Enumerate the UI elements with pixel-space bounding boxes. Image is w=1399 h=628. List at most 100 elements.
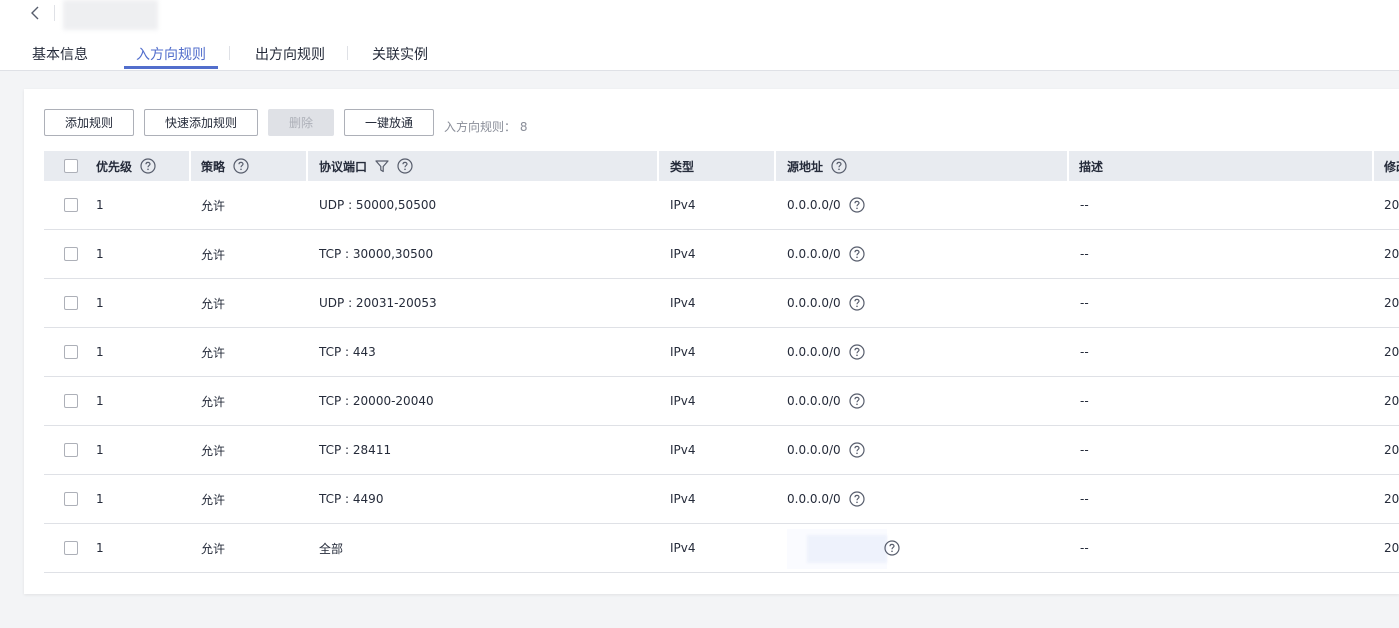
rule-count-text: 入方向规则： xyxy=(444,120,517,134)
col-type: 类型 xyxy=(670,159,695,174)
cell-modified: 20 xyxy=(1384,198,1399,212)
cell-modified: 20 xyxy=(1384,492,1399,506)
rules-card: 添加规则 快速添加规则 删除 一键放通 入方向规则： 8 优先级 策略 协议端口 xyxy=(24,89,1399,594)
column-divider xyxy=(774,151,776,181)
col-priority-label: 优先级 xyxy=(96,159,133,174)
add-rule-button[interactable]: 添加规则 xyxy=(44,109,134,136)
table-row: 1 允许 TCP : 4490 IPv4 0.0.0.0/0 -- 20 xyxy=(44,475,1399,524)
col-source: 源地址 xyxy=(787,151,847,181)
help-icon[interactable] xyxy=(140,158,156,174)
help-icon[interactable] xyxy=(849,393,865,409)
rule-count-value: 8 xyxy=(519,120,528,134)
page-title-redacted xyxy=(63,0,158,30)
tab-associated-instances[interactable]: 关联实例 xyxy=(372,44,428,70)
cell-priority: 1 xyxy=(96,247,104,261)
quick-add-rule-button[interactable]: 快速添加规则 xyxy=(144,109,258,136)
row-checkbox[interactable] xyxy=(64,443,78,457)
cell-source-value: 0.0.0.0/0 xyxy=(787,247,841,261)
row-checkbox[interactable] xyxy=(64,492,78,506)
delete-button[interactable]: 删除 xyxy=(268,109,334,136)
cell-description: -- xyxy=(1080,394,1089,408)
cell-modified: 20 xyxy=(1384,247,1399,261)
row-checkbox[interactable] xyxy=(64,541,78,555)
top-bar: 基本信息 入方向规则 出方向规则 关联实例 xyxy=(0,0,1399,71)
cell-protocol-port: TCP : 28411 xyxy=(319,443,392,457)
cell-description: -- xyxy=(1080,541,1089,555)
help-icon[interactable] xyxy=(849,295,865,311)
help-icon[interactable] xyxy=(849,197,865,213)
cell-source-value: 0.0.0.0/0 xyxy=(787,443,841,457)
help-icon[interactable] xyxy=(849,491,865,507)
cell-protocol-port: TCP : 4490 xyxy=(319,492,384,506)
table-row: 1 允许 TCP : 443 IPv4 0.0.0.0/0 -- 20 xyxy=(44,328,1399,377)
cell-modified: 20 xyxy=(1384,296,1399,310)
cell-source-value: 0.0.0.0/0 xyxy=(787,492,841,506)
table-row: 1 允许 全部 IPv4 -- 20 xyxy=(44,524,1399,573)
cell-policy: 允许 xyxy=(201,541,226,556)
row-checkbox[interactable] xyxy=(64,198,78,212)
cell-modified: 20 xyxy=(1384,443,1399,457)
cell-protocol-port: TCP : 20000-20040 xyxy=(319,394,434,408)
cell-type: IPv4 xyxy=(670,198,696,212)
col-policy-label: 策略 xyxy=(201,159,226,174)
col-policy: 策略 xyxy=(201,151,249,181)
source-redacted xyxy=(787,529,887,569)
cell-source-value: 0.0.0.0/0 xyxy=(787,198,841,212)
help-icon[interactable] xyxy=(884,540,900,556)
col-source-label: 源地址 xyxy=(787,159,824,174)
cell-source: 0.0.0.0/0 xyxy=(787,279,865,327)
table-header: 优先级 策略 协议端口 类型 源地址 描述 修 xyxy=(44,151,1399,181)
cell-source: 0.0.0.0/0 xyxy=(787,328,865,376)
cell-source-value: 0.0.0.0/0 xyxy=(787,394,841,408)
cell-protocol-port: UDP : 20031-20053 xyxy=(319,296,437,310)
table-row: 1 允许 UDP : 20031-20053 IPv4 0.0.0.0/0 --… xyxy=(44,279,1399,328)
table-row: 1 允许 TCP : 28411 IPv4 0.0.0.0/0 -- 20 xyxy=(44,426,1399,475)
cell-description: -- xyxy=(1080,198,1089,212)
cell-policy: 允许 xyxy=(201,247,226,262)
one-click-allow-button[interactable]: 一键放通 xyxy=(344,109,434,136)
redaction-block xyxy=(807,535,887,563)
filter-icon[interactable] xyxy=(375,159,389,173)
table-row: 1 允许 TCP : 20000-20040 IPv4 0.0.0.0/0 --… xyxy=(44,377,1399,426)
col-protocol-port-label: 协议端口 xyxy=(319,159,368,174)
help-icon[interactable] xyxy=(849,246,865,262)
help-icon[interactable] xyxy=(397,158,413,174)
cell-type: IPv4 xyxy=(670,492,696,506)
cell-priority: 1 xyxy=(96,296,104,310)
tab-outbound-rules[interactable]: 出方向规则 xyxy=(255,44,325,70)
help-icon[interactable] xyxy=(849,442,865,458)
select-all-checkbox[interactable] xyxy=(64,159,78,173)
row-checkbox[interactable] xyxy=(64,247,78,261)
row-checkbox[interactable] xyxy=(64,394,78,408)
row-checkbox[interactable] xyxy=(64,345,78,359)
cell-source-value: 0.0.0.0/0 xyxy=(787,345,841,359)
cell-policy: 允许 xyxy=(201,394,226,409)
cell-type: IPv4 xyxy=(670,296,696,310)
cell-type: IPv4 xyxy=(670,345,696,359)
cell-protocol-port: TCP : 30000,30500 xyxy=(319,247,434,261)
tab-separator xyxy=(347,46,348,60)
help-icon[interactable] xyxy=(849,344,865,360)
cell-type: IPv4 xyxy=(670,541,696,555)
help-icon[interactable] xyxy=(233,158,249,174)
row-checkbox[interactable] xyxy=(64,296,78,310)
cell-protocol-port: 全部 xyxy=(319,541,344,556)
column-divider xyxy=(1372,151,1374,181)
cell-description: -- xyxy=(1080,492,1089,506)
column-divider xyxy=(657,151,659,181)
help-icon[interactable] xyxy=(831,158,847,174)
column-divider xyxy=(189,151,191,181)
cell-description: -- xyxy=(1080,443,1089,457)
title-divider xyxy=(54,5,55,21)
cell-modified: 20 xyxy=(1384,541,1399,555)
column-divider xyxy=(1067,151,1069,181)
cell-policy: 允许 xyxy=(201,492,226,507)
cell-type: IPv4 xyxy=(670,247,696,261)
tab-separator xyxy=(229,46,230,60)
cell-policy: 允许 xyxy=(201,296,226,311)
tab-basic-info[interactable]: 基本信息 xyxy=(32,44,88,70)
back-arrow-icon[interactable] xyxy=(28,4,44,22)
cell-protocol-port: UDP : 50000,50500 xyxy=(319,198,437,212)
rule-count-label: 入方向规则： 8 xyxy=(444,118,527,135)
col-priority: 优先级 xyxy=(96,151,156,181)
